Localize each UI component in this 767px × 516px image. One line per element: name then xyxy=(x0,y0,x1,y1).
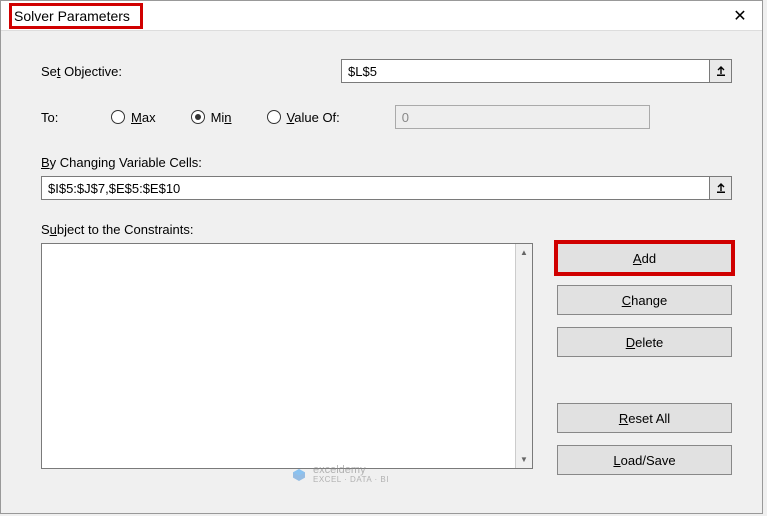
scroll-up-icon[interactable]: ▲ xyxy=(516,244,532,261)
objective-input[interactable] xyxy=(341,59,710,83)
changing-cells-input[interactable] xyxy=(41,176,710,200)
delete-button[interactable]: Delete xyxy=(557,327,732,357)
radio-value-of[interactable]: Value Of: xyxy=(267,110,340,125)
value-of-input xyxy=(395,105,650,129)
scroll-down-icon[interactable]: ▼ xyxy=(516,451,532,468)
watermark-sub: EXCEL · DATA · BI xyxy=(313,476,389,485)
scrollbar[interactable]: ▲ ▼ xyxy=(515,244,532,468)
add-button[interactable]: Add xyxy=(557,243,732,273)
logo-icon xyxy=(291,467,307,483)
constraints-label: Subject to the Constraints: xyxy=(41,222,732,237)
solver-parameters-dialog: Solver Parameters ✕ Set Objective: To: M… xyxy=(0,0,763,514)
radio-valueof-label: Value Of: xyxy=(287,110,340,125)
radio-icon xyxy=(111,110,125,124)
close-icon: ✕ xyxy=(733,6,746,26)
collapse-icon xyxy=(715,65,727,77)
objective-row: Set Objective: xyxy=(41,59,732,83)
objective-ref-button[interactable] xyxy=(710,59,732,83)
close-button[interactable]: ✕ xyxy=(718,1,762,31)
constraint-buttons: Add Change Delete Reset All Load/Save xyxy=(557,243,732,475)
watermark: exceldemy EXCEL · DATA · BI xyxy=(291,464,389,485)
dialog-title: Solver Parameters xyxy=(9,3,143,29)
constraints-listbox[interactable]: ▲ ▼ xyxy=(41,243,533,469)
constraints-row: ▲ ▼ Add Change Delete Reset All Load/Sav… xyxy=(41,243,732,475)
radio-max[interactable]: Max xyxy=(111,110,156,125)
reset-all-button[interactable]: Reset All xyxy=(557,403,732,433)
radio-min[interactable]: Min xyxy=(191,110,232,125)
titlebar: Solver Parameters ✕ xyxy=(1,1,762,31)
constraints-list xyxy=(42,244,515,468)
dialog-body: Set Objective: To: Max Min Value Of: xyxy=(1,31,762,485)
radio-icon xyxy=(191,110,205,124)
load-save-button[interactable]: Load/Save xyxy=(557,445,732,475)
to-label: To: xyxy=(41,110,111,125)
collapse-icon xyxy=(715,182,727,194)
to-row: To: Max Min Value Of: xyxy=(41,105,732,129)
change-button[interactable]: Change xyxy=(557,285,732,315)
changing-cells-label: By Changing Variable Cells: xyxy=(41,155,732,170)
radio-min-label: Min xyxy=(211,110,232,125)
set-objective-label: Set Objective: xyxy=(41,64,341,79)
radio-max-label: Max xyxy=(131,110,156,125)
radio-icon xyxy=(267,110,281,124)
changing-cells-ref-button[interactable] xyxy=(710,176,732,200)
